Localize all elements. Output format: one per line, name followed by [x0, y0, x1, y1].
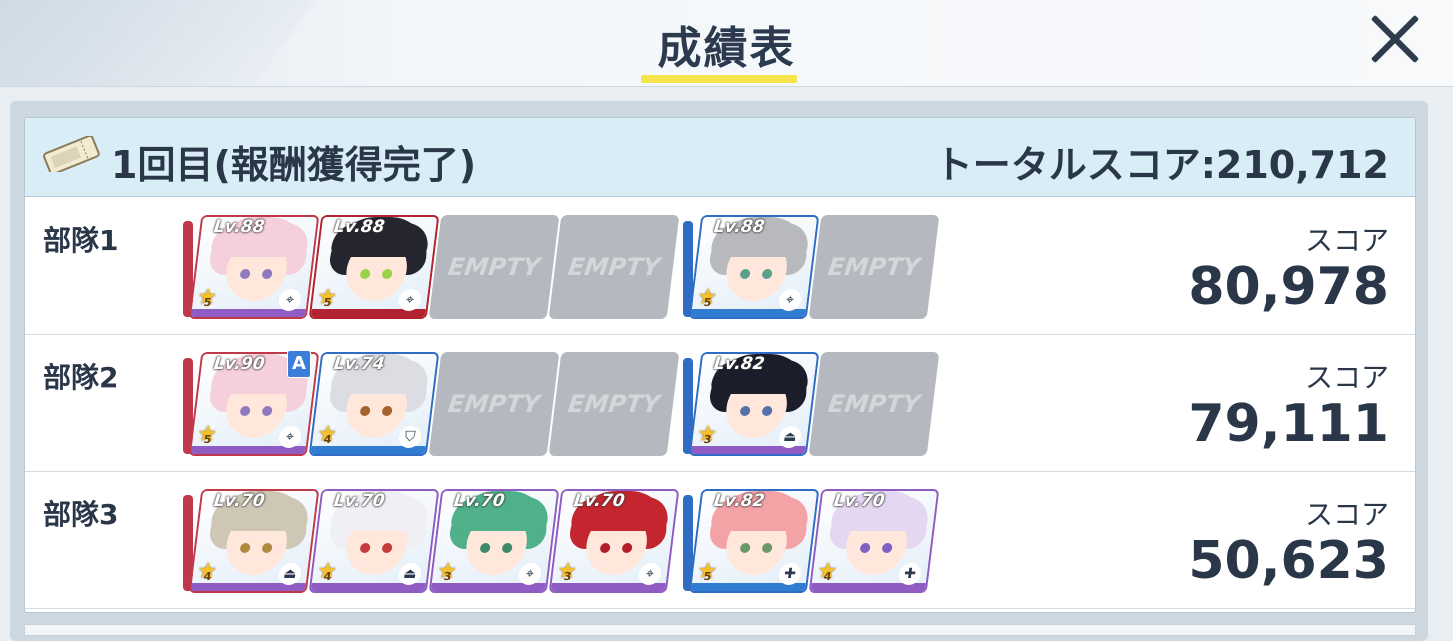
team-label: 部隊2 — [43, 361, 119, 394]
star-icon: ★ 3 — [556, 559, 581, 584]
score-caption: スコア — [1304, 224, 1389, 257]
star-icon: ★ 5 — [696, 559, 721, 584]
empty-label: EMPTY — [826, 390, 922, 418]
empty-slot[interactable]: EMPTY — [428, 215, 560, 319]
level-text: Lv.74 — [332, 354, 386, 374]
empty-slot[interactable]: EMPTY — [428, 352, 560, 456]
star-icon: ★ 4 — [316, 422, 341, 447]
team-row: 部隊3 スコア 50,623 Lv.70 ★ 4 ⏏ Lv.70 ★ 4 ⏏ L… — [25, 471, 1415, 609]
team-row: 部隊2 スコア 79,111 Lv.90 ★ 5 ⌖ Lv.74 ★ 4 ⛉ E… — [25, 334, 1415, 472]
level-text: Lv.70 — [832, 491, 886, 511]
star-icon: ★ 5 — [696, 285, 721, 310]
total-score: トータルスコア:210,712 — [934, 143, 1389, 187]
student-card[interactable]: Lv.70 ★ 3 ⌖ — [428, 489, 560, 593]
team-label: 部隊1 — [43, 224, 119, 257]
level-text: Lv.70 — [572, 491, 626, 511]
empty-label: EMPTY — [826, 253, 922, 281]
empty-label: EMPTY — [446, 390, 542, 418]
close-icon[interactable] — [1366, 10, 1424, 68]
level-text: Lv.88 — [712, 217, 766, 237]
round-card: 1回目(報酬獲得完了) トータルスコア:210,712 部隊1 スコア 80,9… — [24, 117, 1416, 613]
student-card[interactable]: Lv.88 ★ 5 ⌖ — [308, 215, 440, 319]
empty-slot[interactable]: EMPTY — [808, 215, 940, 319]
empty-label: EMPTY — [566, 253, 662, 281]
empty-label: EMPTY — [446, 253, 542, 281]
star-icon: ★ 4 — [816, 559, 841, 584]
star-icon: ★ 4 — [316, 559, 341, 584]
student-card[interactable]: Lv.74 ★ 4 ⛉ — [308, 352, 440, 456]
star-icon: ★ 5 — [196, 422, 221, 447]
level-text: Lv.70 — [212, 491, 266, 511]
score-caption: スコア — [1304, 498, 1389, 531]
empty-slot[interactable]: EMPTY — [548, 215, 680, 319]
empty-slot[interactable]: EMPTY — [808, 352, 940, 456]
student-card[interactable]: Lv.82 ★ 3 ⏏ — [688, 352, 820, 456]
empty-slot[interactable]: EMPTY — [548, 352, 680, 456]
team-score: 79,111 — [1188, 394, 1389, 454]
level-text: Lv.88 — [212, 217, 266, 237]
star-icon: ★ 5 — [316, 285, 341, 310]
star-icon: ★ 3 — [696, 422, 721, 447]
student-card[interactable]: Lv.70 ★ 4 ✚ — [808, 489, 940, 593]
star-icon: ★ 4 — [196, 559, 221, 584]
student-card[interactable]: Lv.70 ★ 4 ⏏ — [188, 489, 320, 593]
level-text: Lv.70 — [332, 491, 386, 511]
round-label: 1回目(報酬獲得完了) — [111, 143, 477, 187]
round-header: 1回目(報酬獲得完了) トータルスコア:210,712 — [25, 118, 1415, 197]
level-text: Lv.90 — [212, 354, 266, 374]
team-score: 50,623 — [1188, 531, 1389, 591]
student-card[interactable]: Lv.70 ★ 4 ⏏ — [308, 489, 440, 593]
ticket-icon — [43, 136, 100, 172]
student-card[interactable]: Lv.82 ★ 5 ✚ — [688, 489, 820, 593]
student-card[interactable]: Lv.70 ★ 3 ⌖ — [548, 489, 680, 593]
level-text: Lv.70 — [452, 491, 506, 511]
page-title: 成績表 — [657, 23, 796, 74]
level-text: Lv.82 — [712, 491, 766, 511]
team-score: 80,978 — [1188, 257, 1389, 317]
team-row: 部隊1 スコア 80,978 Lv.88 ★ 5 ⌖ Lv.88 ★ 5 ⌖ E… — [25, 197, 1415, 335]
student-card[interactable]: Lv.88 ★ 5 ⌖ — [688, 215, 820, 319]
level-text: Lv.88 — [332, 217, 386, 237]
empty-label: EMPTY — [566, 390, 662, 418]
level-text: Lv.82 — [712, 354, 766, 374]
next-card-edge — [24, 624, 1416, 636]
score-caption: スコア — [1304, 361, 1389, 394]
star-icon: ★ 5 — [196, 285, 221, 310]
student-card[interactable]: Lv.88 ★ 5 ⌖ — [188, 215, 320, 319]
star-icon: ★ 3 — [436, 559, 461, 584]
title-underline — [641, 75, 797, 83]
assist-badge: A — [287, 350, 311, 378]
team-label: 部隊3 — [43, 498, 119, 531]
